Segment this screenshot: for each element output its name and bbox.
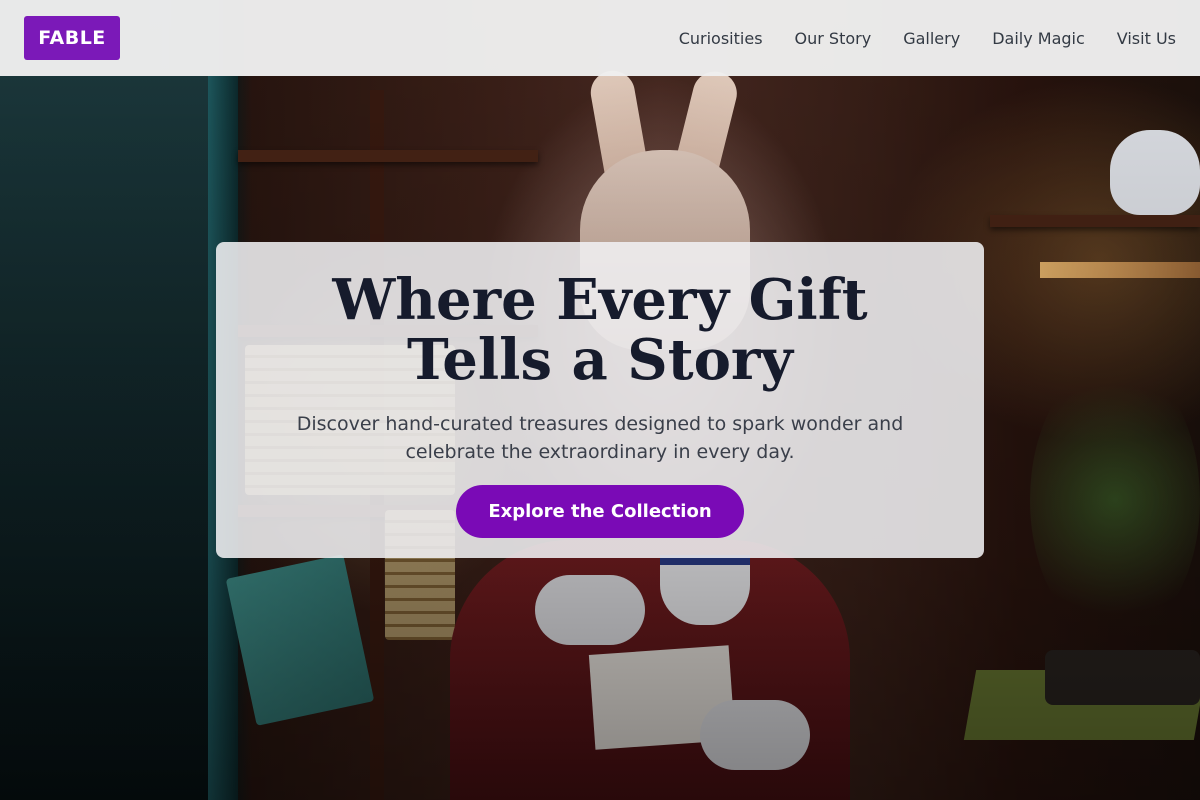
nav-link-gallery[interactable]: Gallery	[903, 29, 960, 48]
nav-link-daily-magic[interactable]: Daily Magic	[992, 29, 1085, 48]
nav-link-visit-us[interactable]: Visit Us	[1117, 29, 1176, 48]
hero-card: Where Every Gift Tells a Story Discover …	[216, 242, 984, 558]
hero-subtitle: Discover hand-curated treasures designed…	[296, 413, 904, 463]
nav-link-curiosities[interactable]: Curiosities	[679, 29, 763, 48]
explore-collection-button[interactable]: Explore the Collection	[456, 485, 744, 538]
main-nav: Curiosities Our Story Gallery Daily Magi…	[679, 29, 1176, 48]
hero-title: Where Every Gift Tells a Story	[332, 267, 868, 393]
brand-logo[interactable]: FABLE	[24, 16, 120, 60]
top-navbar: FABLE Curiosities Our Story Gallery Dail…	[0, 0, 1200, 76]
nav-link-our-story[interactable]: Our Story	[795, 29, 872, 48]
